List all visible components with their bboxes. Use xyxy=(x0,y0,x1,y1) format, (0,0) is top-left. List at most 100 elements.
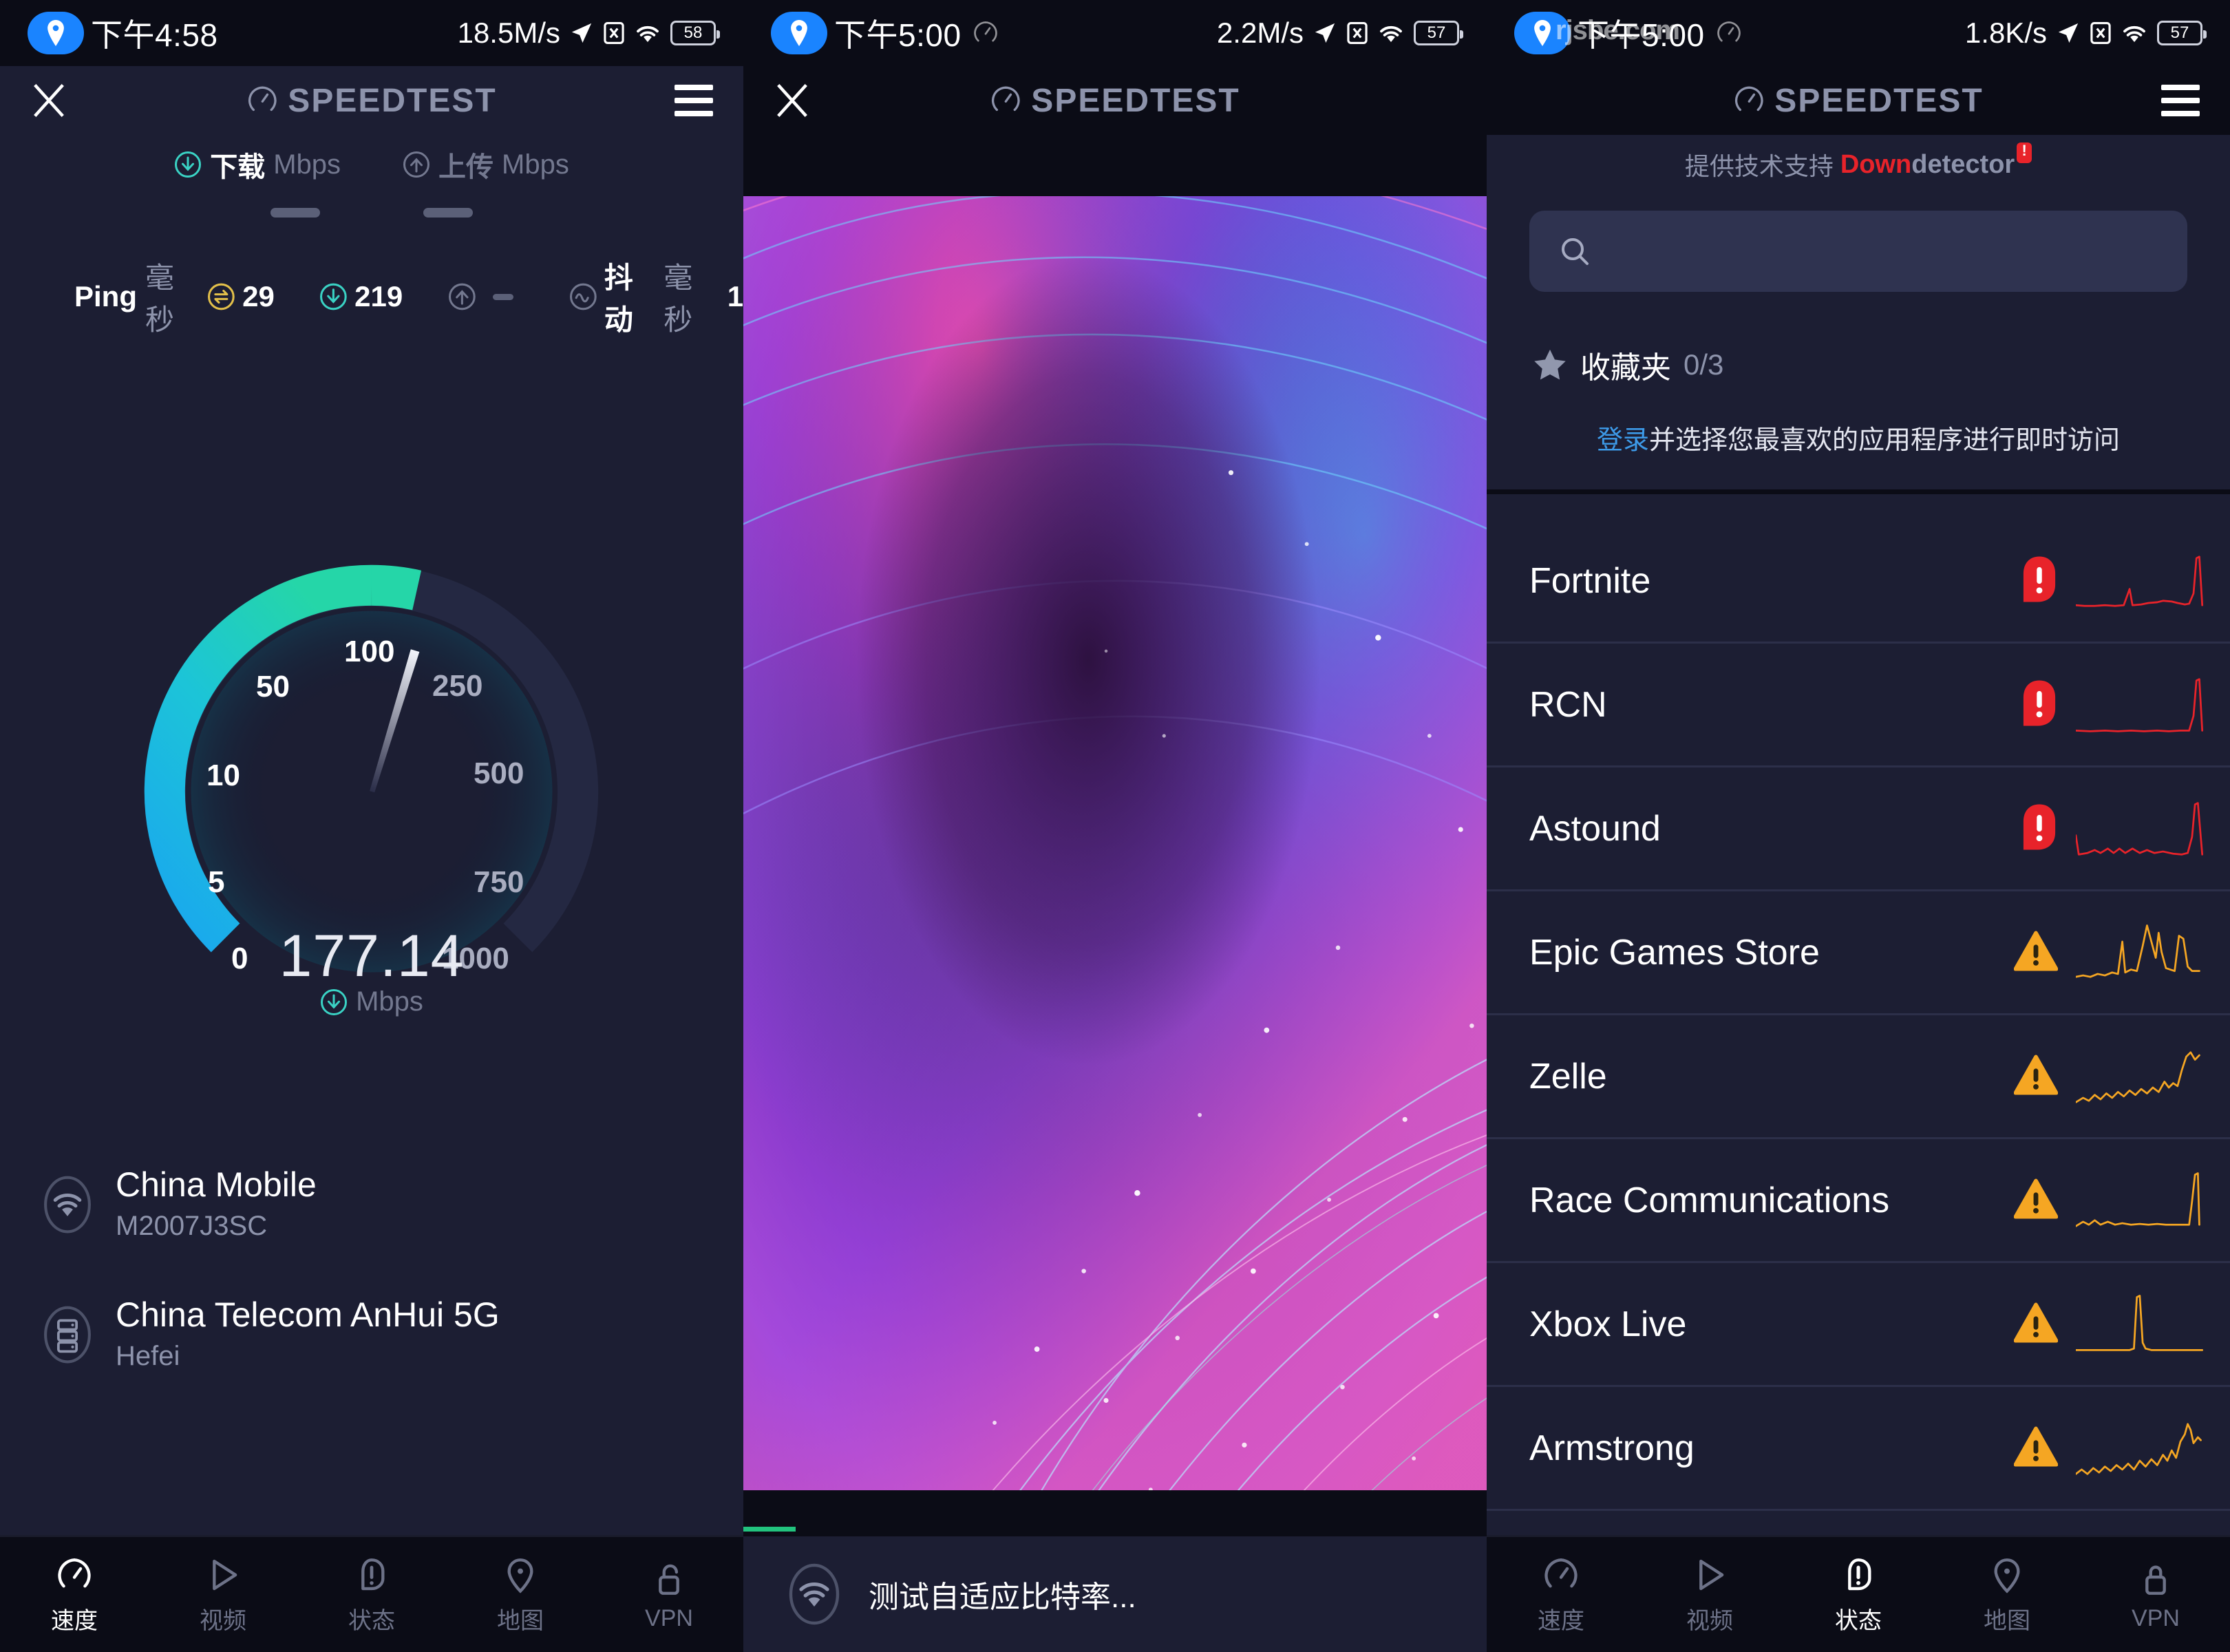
status-bar: 下午5:00 rjsbe.com 1.8K/s 57 xyxy=(1487,0,2230,66)
play-triangle-icon xyxy=(1699,1559,1724,1591)
speedtest-gauge-icon xyxy=(1734,86,1763,112)
search-input[interactable] xyxy=(1605,235,2109,268)
speed-gauge-icon xyxy=(58,1558,91,1588)
nav-label-map: 地图 xyxy=(497,1608,544,1634)
gauge-reading-unit-row: Mbps xyxy=(0,986,743,1017)
star-icon xyxy=(1534,349,1566,380)
status-bar-right: 18.5M/s 58 xyxy=(457,17,720,50)
alert-badge-icon xyxy=(2017,140,2032,163)
status-bar: 下午5:00 2.2M/s 57 xyxy=(743,0,1487,66)
service-row[interactable]: Fortnite xyxy=(1487,520,2230,644)
download-upload-labels: 下载 Mbps 上传 Mbps xyxy=(0,135,743,184)
wifi-circle-icon xyxy=(789,1563,840,1625)
clock-time: 下午4:58 xyxy=(91,17,218,53)
service-row[interactable]: Xbox Live xyxy=(1487,1263,2230,1387)
speedtest-gauge-icon xyxy=(1717,21,1741,42)
nav-item-status[interactable]: 状态 xyxy=(297,1554,446,1635)
nav-label-speed: 速度 xyxy=(51,1608,98,1634)
service-row[interactable]: Zelle xyxy=(1487,1015,2230,1139)
service-row[interactable]: Race Communications xyxy=(1487,1139,2230,1263)
signin-prompt: 登录并选择您最喜欢的应用程序进行即时访问 xyxy=(1487,387,2230,456)
nav-item-status[interactable]: 状态 xyxy=(1784,1554,1933,1635)
warning-badge-icon xyxy=(2013,1302,2059,1346)
ping-stats-row: Ping 毫秒 29 219 抖动 毫秒 1 xyxy=(0,218,743,339)
gauge-reading: 177.14 Mbps xyxy=(0,922,743,1017)
menu-icon[interactable] xyxy=(2161,85,2200,116)
signin-link[interactable]: 登录 xyxy=(1597,426,1649,455)
server-row[interactable]: China Telecom AnHui 5G Hefei xyxy=(41,1295,702,1374)
network-speed-text: 18.5M/s xyxy=(457,17,560,49)
service-name: Zelle xyxy=(1529,1056,1607,1097)
nav-item-vpn[interactable]: VPN xyxy=(595,1557,743,1632)
nav-item-video[interactable]: 视频 xyxy=(149,1554,297,1635)
server-name: China Telecom AnHui 5G xyxy=(116,1295,500,1334)
service-sparkline xyxy=(2074,920,2207,986)
video-status-text: 测试自适应比特率... xyxy=(869,1580,1136,1614)
service-sparkline xyxy=(2074,548,2207,614)
error-badge-icon xyxy=(2021,556,2058,605)
gauge-tick-750: 750 xyxy=(474,865,524,899)
battery-icon: 58 xyxy=(670,21,720,45)
nav-label-status: 状态 xyxy=(1835,1608,1882,1634)
service-sparkline xyxy=(2074,796,2207,862)
service-status-list: Fortnite RCN Astound Epic Games Store Zelle R… xyxy=(1487,520,2230,1535)
wifi-icon xyxy=(637,25,659,43)
service-row[interactable]: RCN xyxy=(1487,644,2230,767)
sim-x-icon xyxy=(2090,22,2111,44)
location-pin-icon xyxy=(1514,12,1571,54)
menu-icon[interactable] xyxy=(675,85,713,116)
status-bar-right: 1.8K/s 57 xyxy=(1964,17,2207,50)
service-name: Epic Games Store xyxy=(1529,932,1820,973)
nav-label-vpn: VPN xyxy=(645,1605,693,1631)
downdetector-brand-red: Down xyxy=(1840,149,1912,179)
navigation-arrow-icon xyxy=(571,23,592,43)
service-sparkline xyxy=(2074,672,2207,738)
video-status-bar: 测试自适应比特率... xyxy=(743,1536,1487,1652)
video-player-surface[interactable] xyxy=(743,196,1487,1490)
status-alert-icon xyxy=(361,1558,385,1591)
nav-item-map[interactable]: 地图 xyxy=(1933,1554,2081,1635)
video-progress-track[interactable] xyxy=(743,1527,1487,1532)
panel-service-status: 下午5:00 rjsbe.com 1.8K/s 57 SPEEDTEST 提供技… xyxy=(1487,0,2230,1652)
download-value-dash xyxy=(270,208,320,218)
nav-item-speed[interactable]: 速度 xyxy=(1487,1554,1635,1635)
close-icon[interactable] xyxy=(30,82,67,119)
status-bar-left: 下午5:00 xyxy=(771,10,999,56)
network-speed-text: 1.8K/s xyxy=(1964,17,2047,49)
download-unit: Mbps xyxy=(273,149,341,180)
service-row[interactable]: Epic Games Store xyxy=(1487,891,2230,1015)
warning-badge-icon xyxy=(2013,1054,2059,1099)
nav-item-vpn[interactable]: VPN xyxy=(2081,1557,2230,1632)
search-bar[interactable] xyxy=(1529,211,2187,292)
nav-item-speed[interactable]: 速度 xyxy=(0,1554,149,1635)
wifi-icon xyxy=(1380,25,1402,43)
service-row[interactable]: Astound xyxy=(1487,767,2230,891)
map-pin-icon xyxy=(1994,1558,2020,1593)
jitter-unit: 毫秒 xyxy=(663,262,693,336)
favorites-label: 收藏夹 xyxy=(1580,351,1671,385)
error-badge-icon xyxy=(2021,804,2058,853)
sim-x-icon xyxy=(1347,22,1368,44)
downdetector-logo[interactable]: Downdetector xyxy=(1840,140,2032,180)
location-pin-icon xyxy=(28,12,84,54)
gauge-tick-250: 250 xyxy=(432,669,483,703)
nav-item-map[interactable]: 地图 xyxy=(446,1554,595,1635)
favorites-header: 收藏夹 0/3 xyxy=(1487,292,2230,387)
favorites-count: 0/3 xyxy=(1684,348,1724,381)
isp-row[interactable]: China Mobile M2007J3SC xyxy=(41,1165,702,1244)
app-header: SPEEDTEST xyxy=(0,66,743,135)
gauge-reading-unit: Mbps xyxy=(356,986,423,1017)
gauge-tick-100: 100 xyxy=(344,635,395,668)
jitter-wave-icon xyxy=(570,283,597,310)
server-circle-icon xyxy=(44,1306,91,1363)
service-sparkline xyxy=(2074,1291,2207,1357)
panel-speedtest-result: 下午4:58 18.5M/s 58 SPEEDTEST 下载 Mbps 上传 M… xyxy=(0,0,743,1652)
battery-level: 58 xyxy=(683,23,703,42)
nav-item-video[interactable]: 视频 xyxy=(1635,1554,1784,1635)
meter-values-placeholder xyxy=(0,208,743,218)
service-row[interactable]: Armstrong xyxy=(1487,1387,2230,1511)
battery-icon: 57 xyxy=(2157,21,2207,45)
close-icon[interactable] xyxy=(774,82,811,119)
status-bar-right: 2.2M/s 57 xyxy=(1217,17,1463,50)
clock-time: 下午5:00 xyxy=(1578,17,1705,53)
